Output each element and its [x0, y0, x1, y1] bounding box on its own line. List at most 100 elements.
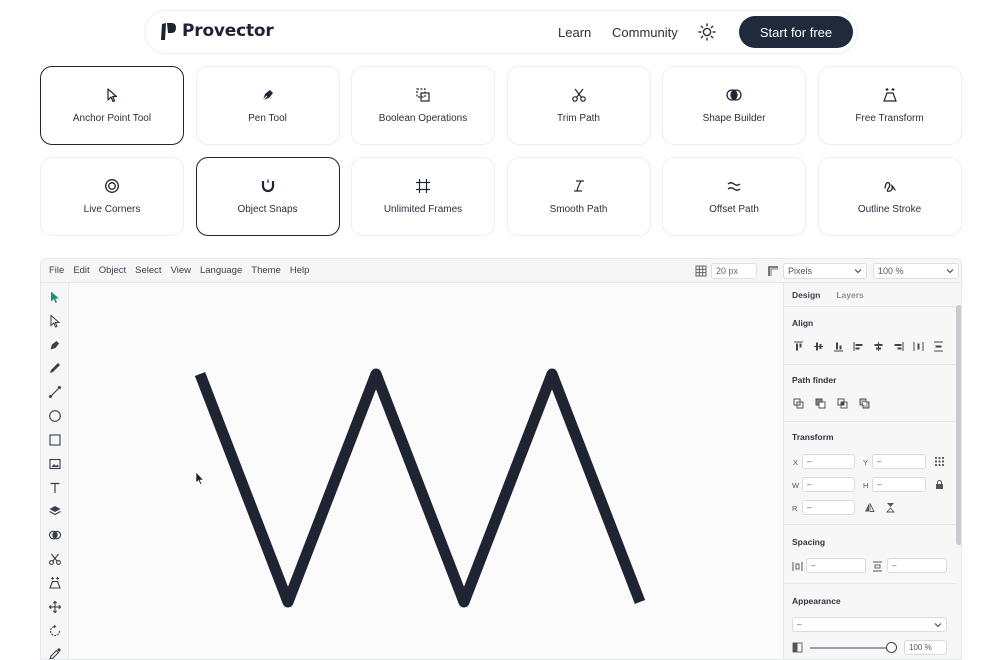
feature-label: Offset Path: [709, 204, 759, 215]
feature-label: Outline Stroke: [857, 204, 922, 215]
menu-edit[interactable]: Edit: [73, 265, 89, 276]
vertical-spacing-input[interactable]: –: [887, 558, 947, 573]
ellipse-icon[interactable]: [48, 409, 62, 423]
align-horizontal-center-icon[interactable]: [873, 341, 884, 352]
feature-card-object-snaps[interactable]: Object Snaps: [195, 157, 340, 236]
menu-object[interactable]: Object: [99, 265, 126, 276]
feature-card-offset-path[interactable]: Offset Path: [662, 157, 806, 236]
pencil-icon[interactable]: [48, 361, 62, 375]
align-top-icon[interactable]: [793, 341, 804, 352]
start-for-free-button[interactable]: Start for free: [739, 16, 853, 48]
ruler-corner-icon: [768, 266, 778, 276]
nav-learn-link[interactable]: Learn: [558, 25, 591, 40]
top-navigation: Provector Learn Community Start for free: [144, 10, 858, 54]
align-bottom-icon[interactable]: [833, 341, 844, 352]
select-arrow-icon[interactable]: [48, 290, 62, 304]
horizontal-spacing-icon[interactable]: [792, 561, 803, 572]
divider: [784, 364, 956, 365]
scissors-icon[interactable]: [48, 552, 62, 566]
menu-theme[interactable]: Theme: [251, 265, 281, 276]
align-vertical-center-icon[interactable]: [813, 341, 824, 352]
logo[interactable]: Provector: [161, 21, 274, 41]
align-left-icon[interactable]: [853, 341, 864, 352]
flip-horizontal-icon[interactable]: [864, 502, 875, 513]
free-transform-icon[interactable]: [48, 576, 62, 590]
lock-icon[interactable]: [934, 479, 945, 490]
height-input[interactable]: –: [872, 477, 926, 492]
feature-card-shape-builder[interactable]: Shape Builder: [662, 66, 806, 145]
shape-builder-icon[interactable]: [48, 528, 62, 542]
width-input[interactable]: –: [802, 477, 855, 492]
align-title: Align: [792, 318, 814, 328]
zigzag-path[interactable]: [194, 368, 646, 608]
free-transform-icon: [882, 88, 897, 102]
drawing-canvas[interactable]: [69, 283, 783, 659]
divider: [784, 583, 956, 584]
feature-card-outline-stroke[interactable]: Outline Stroke: [817, 157, 962, 236]
opacity-input[interactable]: 100 %: [904, 640, 947, 655]
feature-card-pen-tool[interactable]: Pen Tool: [195, 66, 340, 145]
flip-vertical-icon[interactable]: [885, 502, 896, 513]
feature-label: Shape Builder: [702, 113, 766, 124]
feature-card-free-transform[interactable]: Free Transform: [817, 66, 962, 145]
layers-icon[interactable]: [48, 504, 62, 518]
menu-select[interactable]: Select: [135, 265, 161, 276]
tab-layers[interactable]: Layers: [836, 290, 863, 300]
grid-size-input[interactable]: 20 px: [711, 263, 757, 279]
nav-community-link[interactable]: Community: [612, 25, 678, 40]
y-label: Y: [863, 458, 869, 467]
blend-mode-select[interactable]: –: [792, 617, 947, 632]
image-icon[interactable]: [48, 457, 62, 471]
feature-label: Live Corners: [83, 204, 141, 215]
eyedropper-icon[interactable]: [48, 647, 62, 660]
y-input[interactable]: –: [872, 454, 926, 469]
feature-card-trim-path[interactable]: Trim Path: [506, 66, 651, 145]
opacity-slider-thumb[interactable]: [886, 642, 897, 653]
vertical-spacing-icon[interactable]: [872, 561, 883, 572]
tab-design[interactable]: Design: [792, 290, 820, 300]
rotation-input[interactable]: –: [802, 500, 855, 515]
align-right-icon[interactable]: [893, 341, 904, 352]
menu-view[interactable]: View: [171, 265, 191, 276]
h-label: H: [863, 481, 869, 490]
rectangle-icon[interactable]: [48, 433, 62, 447]
menu-help[interactable]: Help: [290, 265, 310, 276]
distribute-vertical-icon[interactable]: [933, 341, 944, 352]
horizontal-spacing-input[interactable]: –: [806, 558, 866, 573]
menu-file[interactable]: File: [49, 265, 64, 276]
pen-icon[interactable]: [48, 338, 62, 352]
tool-sidebar: [41, 283, 69, 660]
reference-point-icon[interactable]: [934, 456, 945, 467]
feature-card-unlimited-frames[interactable]: Unlimited Frames: [351, 157, 495, 236]
feature-card-anchor-point[interactable]: Anchor Point Tool: [40, 66, 184, 145]
smooth-path-icon: [573, 180, 584, 192]
magnet-icon: [261, 179, 274, 193]
x-input[interactable]: –: [802, 454, 855, 469]
pathfinder-title: Path finder: [792, 375, 837, 385]
sun-icon[interactable]: [698, 23, 716, 41]
opacity-slider-track[interactable]: [810, 647, 890, 649]
distribute-horizontal-icon[interactable]: [913, 341, 924, 352]
panel-scrollbar[interactable]: [956, 305, 961, 545]
canvas-artwork: [194, 368, 646, 608]
chevron-down-icon: [934, 623, 942, 628]
scissors-icon: [571, 88, 586, 102]
direct-select-icon[interactable]: [48, 314, 62, 328]
feature-card-boolean-operations[interactable]: Boolean Operations: [351, 66, 495, 145]
feature-card-live-corners[interactable]: Live Corners: [40, 157, 184, 236]
rotate-icon[interactable]: [48, 624, 62, 638]
panel-tabs: Design Layers: [792, 290, 864, 300]
grid-icon[interactable]: [695, 265, 707, 277]
feature-card-smooth-path[interactable]: Smooth Path: [506, 157, 651, 236]
line-tool-icon[interactable]: [48, 385, 62, 399]
move-icon[interactable]: [48, 600, 62, 614]
unite-icon[interactable]: [793, 398, 804, 409]
menu-language[interactable]: Language: [200, 265, 242, 276]
subtract-icon[interactable]: [815, 398, 826, 409]
unit-select[interactable]: Pixels: [783, 263, 867, 279]
feature-label: Free Transform: [855, 113, 924, 124]
zoom-select[interactable]: 100 %: [873, 263, 959, 279]
intersect-icon[interactable]: [837, 398, 848, 409]
exclude-icon[interactable]: [859, 398, 870, 409]
text-icon[interactable]: [48, 481, 62, 495]
